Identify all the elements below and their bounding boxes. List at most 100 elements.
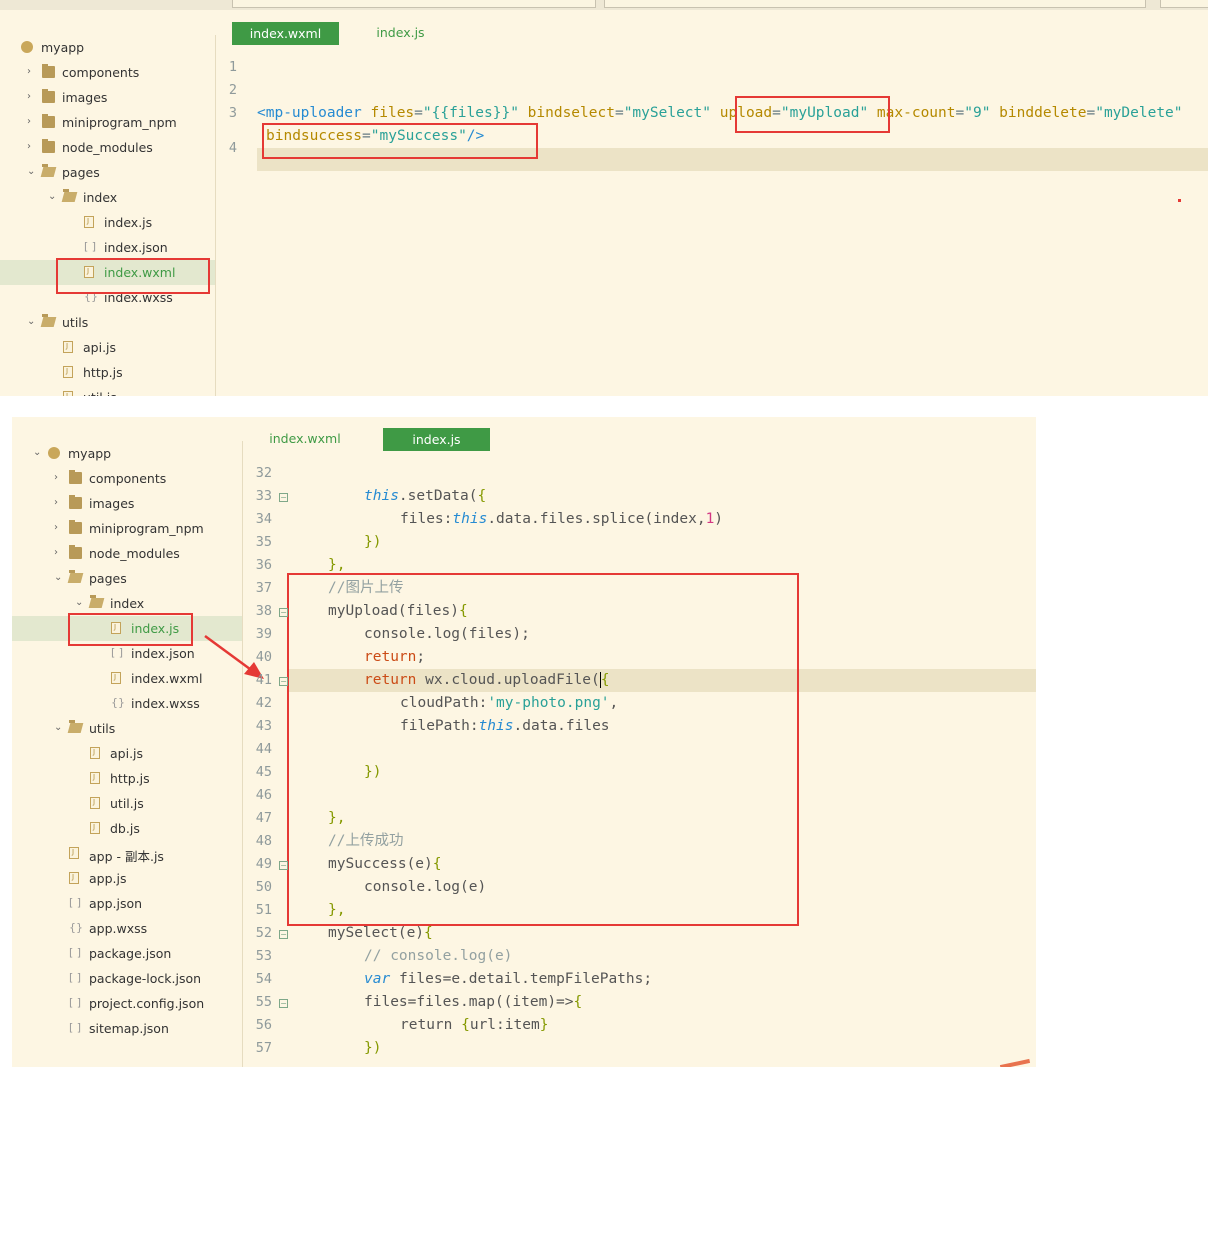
tree-item-pages[interactable]: ⌄ pages [12,566,242,591]
folder-open-icon [63,189,76,203]
chevron-right-icon[interactable] [75,822,85,834]
fold-toggle-icon[interactable]: − [279,930,288,939]
chevron-right-icon[interactable]: › [54,547,64,559]
line-number: 45 [255,764,272,780]
chevron-right-icon[interactable]: › [27,91,37,103]
line-number: 49 [255,856,272,872]
fold-toggle-icon[interactable]: − [279,677,288,686]
chevron-right-icon[interactable]: › [54,472,64,484]
tree-item-node-modules[interactable]: › node_modules [0,135,215,160]
tree-item-label: components [89,471,167,486]
tree-item-http-js[interactable]: http.js [0,360,215,385]
folder-icon [42,114,55,128]
tree-item-label: components [62,65,140,80]
code-area-wxml[interactable]: <mp-uploader files="{{files}}" bindselec… [257,0,1208,396]
tree-item-app-json[interactable]: [ ] app.json [12,891,242,916]
folder-open-icon [69,570,82,584]
chevron-down-icon[interactable]: ⌄ [54,572,64,584]
tree-item-label: index [83,190,118,205]
tree-item-app-js[interactable]: app - 副本.js [12,841,242,866]
chevron-right-icon[interactable]: › [27,141,37,153]
chevron-right-icon[interactable] [54,1022,64,1034]
js-file-icon [63,341,73,353]
chevron-right-icon[interactable] [48,366,58,378]
tree-item-miniprogram-npm[interactable]: › miniprogram_npm [12,516,242,541]
tree-item-label: db.js [110,821,140,836]
tree-item-util-js[interactable]: util.js [0,385,215,396]
tree-item-util-js[interactable]: util.js [12,791,242,816]
chevron-right-icon[interactable] [54,897,64,909]
chevron-right-icon[interactable] [75,797,85,809]
tree-item-utils[interactable]: ⌄ utils [0,310,215,335]
tree-item-utils[interactable]: ⌄ utils [12,716,242,741]
tree-item-project-config-json[interactable]: [ ] project.config.json [12,991,242,1016]
chevron-right-icon[interactable] [6,41,16,53]
chevron-right-icon[interactable] [75,747,85,759]
chevron-down-icon[interactable]: ⌄ [75,597,85,609]
chevron-down-icon[interactable]: ⌄ [33,447,43,459]
tree-item-label: api.js [83,340,117,355]
chevron-right-icon[interactable] [48,341,58,353]
line-number: 40 [255,649,272,665]
tree-item-node-modules[interactable]: › node_modules [12,541,242,566]
tree-item-package-lock-json[interactable]: [ ] package-lock.json [12,966,242,991]
wxss-file-icon: {} [111,696,125,709]
tree-item-api-js[interactable]: api.js [0,335,215,360]
js-file-icon [90,772,100,784]
tree-item-components[interactable]: › components [12,466,242,491]
tree-item-index-js[interactable]: index.js [0,210,215,235]
chevron-right-icon[interactable] [54,997,64,1009]
chevron-right-icon[interactable] [54,947,64,959]
tree-item-api-js[interactable]: api.js [12,741,242,766]
chevron-down-icon[interactable]: ⌄ [54,722,64,734]
chevron-right-icon[interactable]: › [54,497,64,509]
chevron-right-icon[interactable] [69,216,79,228]
tree-item-miniprogram-npm[interactable]: › miniprogram_npm [0,110,215,135]
tree-item-pages[interactable]: ⌄ pages [0,160,215,185]
fold-toggle-icon[interactable]: − [279,999,288,1008]
chevron-right-icon[interactable] [96,697,106,709]
chevron-down-icon[interactable]: ⌄ [27,316,37,328]
code-line-56: return {url:item} [400,1017,549,1033]
line-number: 3 [228,105,237,121]
chevron-right-icon[interactable] [75,772,85,784]
tree-item-myapp[interactable]: ⌄ myapp [12,441,242,466]
fold-toggle-icon[interactable]: − [279,493,288,502]
js-file-icon [63,391,73,396]
chevron-right-icon[interactable] [96,647,106,659]
tree-item-images[interactable]: › images [12,491,242,516]
tree-item-images[interactable]: › images [0,85,215,110]
top-editor-panel: myapp › components › images › miniprogram_npm ›… [0,0,1208,396]
chevron-right-icon[interactable] [54,972,64,984]
tree-item-app-wxss[interactable]: {} app.wxss [12,916,242,941]
chevron-down-icon[interactable]: ⌄ [48,191,58,203]
fold-toggle-icon[interactable]: − [279,861,288,870]
tree-item-components[interactable]: › components [0,60,215,85]
chevron-right-icon[interactable]: › [54,522,64,534]
chevron-right-icon[interactable] [54,922,64,934]
chevron-right-icon[interactable] [48,391,58,396]
tree-item-myapp[interactable]: myapp [0,35,215,60]
tree-item-label: app.json [89,896,143,911]
fold-toggle-icon[interactable]: − [279,608,288,617]
code-line-35: }) [364,534,382,550]
js-file-icon [63,366,73,378]
tree-item-app-js[interactable]: app.js [12,866,242,891]
line-number: 41 [255,672,272,688]
bottom-editor-panel: ⌄ myapp › components › images › miniprogram_npm… [12,417,1036,1067]
tree-item-http-js[interactable]: http.js [12,766,242,791]
tree-item-db-js[interactable]: db.js [12,816,242,841]
tree-item-package-json[interactable]: [ ] package.json [12,941,242,966]
chevron-right-icon[interactable] [54,872,64,884]
tree-item-sitemap-json[interactable]: [ ] sitemap.json [12,1016,242,1041]
chevron-down-icon[interactable]: ⌄ [27,166,37,178]
chevron-right-icon[interactable] [54,847,64,859]
tree-item-index-wxss[interactable]: {} index.wxss [12,691,242,716]
chevron-right-icon[interactable]: › [27,66,37,78]
chevron-right-icon[interactable]: › [27,116,37,128]
tree-item-index[interactable]: ⌄ index [0,185,215,210]
chevron-right-icon[interactable] [96,672,106,684]
json-file-icon: [ ] [111,646,124,659]
tree-item-index-json[interactable]: [ ] index.json [0,235,215,260]
chevron-right-icon[interactable] [69,241,79,253]
